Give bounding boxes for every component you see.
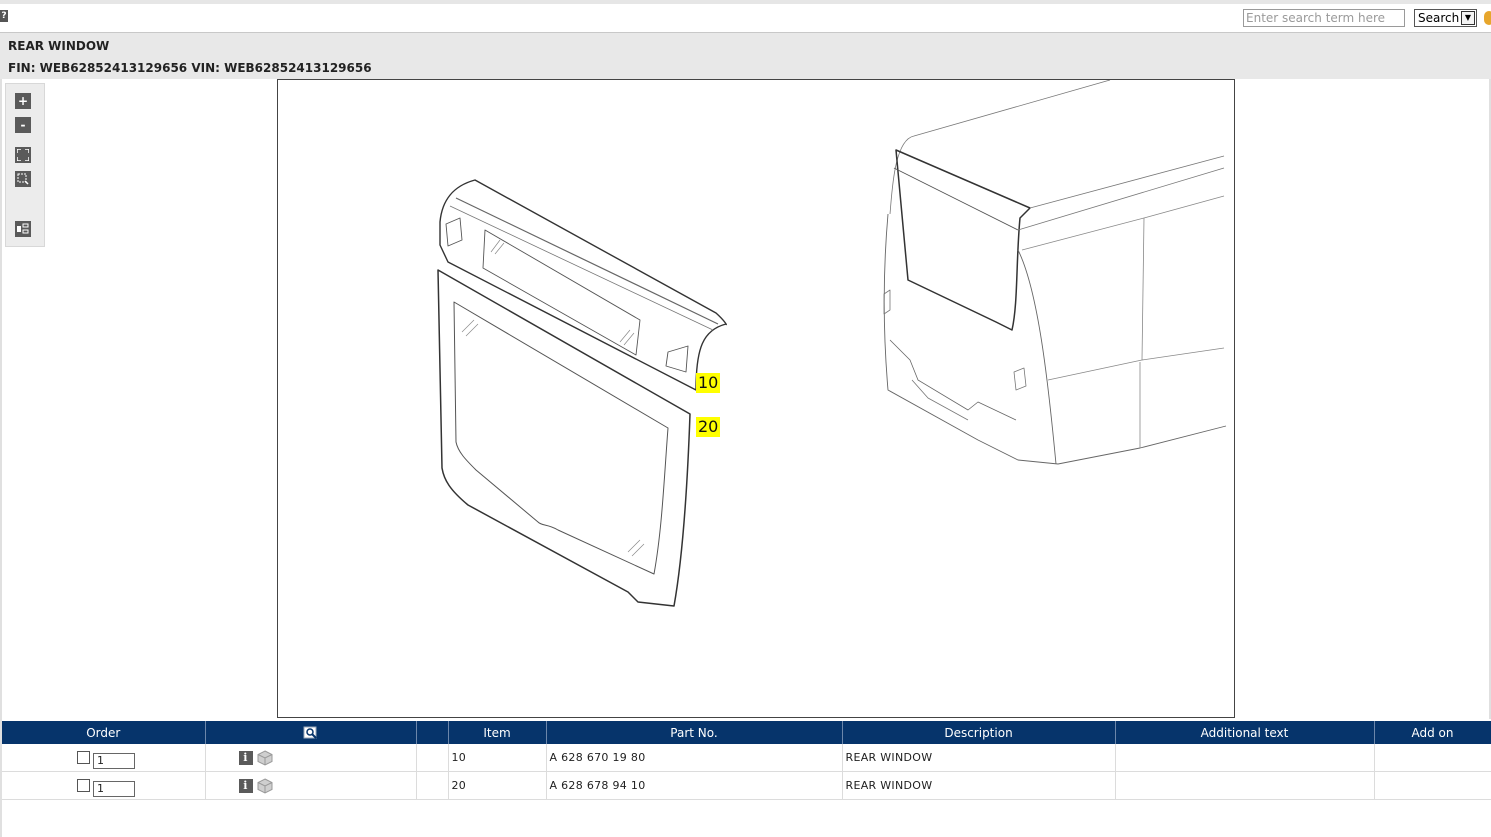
info-icon[interactable]: i [238,778,253,793]
order-checkbox[interactable] [77,779,90,792]
add-on-cell [1374,771,1491,800]
callout-item-20[interactable]: 20 [696,417,721,437]
add-on-cell [1374,744,1491,772]
column-header-order[interactable]: Order [2,721,206,744]
parts-drawing[interactable]: 10 20 [277,79,1235,718]
icons-cell: i [205,744,417,772]
vehicle-id-line: FIN: WEB62852413129656 VIN: WEB628524131… [8,61,372,75]
zoom-toolbar: + - [5,83,45,247]
help-icon[interactable]: ? [0,10,8,22]
search-select-value: Search [1418,11,1460,25]
settings-icon[interactable] [1484,11,1491,25]
rear-window-drawing [437,79,1227,607]
description-cell: REAR WINDOW [842,771,1116,800]
icons-cell: i [205,771,417,800]
part-no-cell[interactable]: A 628 670 19 80 [546,744,843,772]
additional-text-cell [1115,744,1375,772]
blank-cell [416,744,449,772]
zoom-out-button[interactable]: - [15,117,31,133]
3d-cube-icon[interactable] [257,777,273,794]
column-header-preview[interactable] [205,721,417,744]
quantity-input[interactable]: 1 [93,752,135,769]
order-cell: 1 [2,771,206,800]
3d-cube-icon[interactable] [257,749,273,766]
order-cell: 1 [2,744,206,772]
column-header-item[interactable]: Item [448,721,547,744]
column-header-blank [416,721,449,744]
part-no-cell[interactable]: A 628 678 94 10 [546,771,843,800]
column-header-description[interactable]: Description [842,721,1116,744]
magnifier-icon [303,726,317,739]
zoom-in-button[interactable]: + [15,93,31,109]
search-input[interactable] [1243,9,1405,27]
table-row[interactable]: 1 i 20 A 628 678 94 10 REAR WINDOW [2,771,1491,800]
table-header-row: Order Item Part No. Description Addition… [2,721,1491,744]
column-header-additional-text[interactable]: Additional text [1115,721,1375,744]
item-cell: 10 [448,744,547,772]
page-title: REAR WINDOW [8,39,110,53]
additional-text-cell [1115,771,1375,800]
toggle-list-icon [17,223,29,234]
zoom-area-icon [17,173,29,185]
column-header-part-no[interactable]: Part No. [546,721,843,744]
search-select[interactable]: Search ▼ [1414,9,1477,27]
fit-to-window-button[interactable] [15,147,31,163]
column-header-add-on[interactable]: Add on [1374,721,1491,744]
callout-item-10[interactable]: 10 [696,373,721,393]
fit-to-window-icon [17,149,29,161]
blank-cell [416,771,449,800]
zoom-area-button[interactable] [15,171,31,187]
toolbar: ? Search ▼ [0,4,1491,33]
description-cell: REAR WINDOW [842,744,1116,772]
table-row[interactable]: 1 i 10 A 628 670 19 80 REAR WINDOW [2,744,1491,772]
item-cell: 20 [448,771,547,800]
chevron-down-icon: ▼ [1461,11,1475,25]
order-checkbox[interactable] [77,751,90,764]
page-header: REAR WINDOW FIN: WEB62852413129656 VIN: … [0,33,1491,79]
quantity-input[interactable]: 1 [93,780,135,797]
parts-table: Order Item Part No. Description Addition… [2,721,1491,800]
info-icon[interactable]: i [238,750,253,765]
toggle-list-button[interactable] [15,221,31,237]
